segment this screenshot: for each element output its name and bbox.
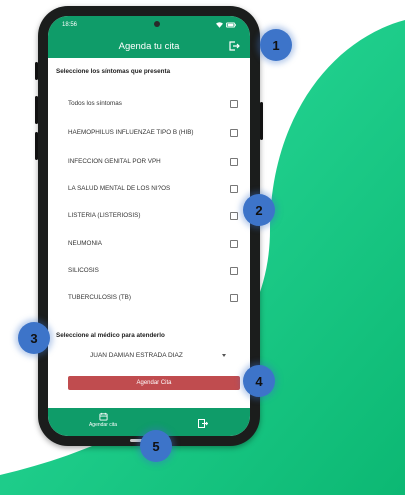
schedule-appointment-button[interactable]: Agendar Cita: [68, 376, 240, 390]
symptom-checkbox[interactable]: [230, 185, 238, 193]
symptom-label: NEUMONIA: [68, 240, 102, 248]
symptom-option[interactable]: SILICOSIS: [56, 259, 244, 283]
exit-icon: [198, 419, 209, 428]
phone-frame: 18:56 Agenda tu cita Seleccione los sínt…: [35, 6, 263, 446]
status-bar: 18:56: [48, 16, 250, 34]
annotation-marker-3: 3: [18, 322, 50, 354]
symptom-checkbox[interactable]: [230, 212, 238, 220]
page-title: Agenda tu cita: [118, 40, 180, 52]
phone-side-button: [260, 102, 263, 140]
symptom-checkbox[interactable]: [230, 240, 238, 248]
nav-label: Agendar cita: [88, 422, 118, 428]
symptom-label: HAEMOPHILUS INFLUENZAE TIPO B (HIB): [68, 129, 194, 137]
chevron-down-icon: [222, 353, 226, 357]
annotation-marker-2: 2: [243, 194, 275, 226]
front-camera: [154, 21, 160, 27]
symptom-option[interactable]: Todos los síntomas: [56, 92, 244, 116]
status-icons: [216, 22, 236, 28]
symptom-option[interactable]: LA SALUD MENTAL DE LOS NI?OS: [56, 177, 244, 201]
annotation-marker-1: 1: [260, 29, 292, 61]
battery-icon: [226, 22, 236, 28]
calendar-icon: [98, 412, 108, 421]
wifi-icon: [216, 22, 223, 28]
doctor-selected-value: JUAN DAMIAN ESTRADA DIAZ: [90, 351, 183, 359]
symptom-label: SILICOSIS: [68, 267, 99, 275]
annotation-marker-4: 4: [243, 365, 275, 397]
logout-icon[interactable]: [228, 40, 240, 52]
symptom-label: LISTERIA (LISTERIOSIS): [68, 212, 141, 220]
symptom-option[interactable]: TUBERCULOSIS (TB): [56, 286, 244, 310]
annotation-marker-5: 5: [140, 430, 172, 462]
phone-side-button: [35, 62, 38, 80]
symptom-checkbox[interactable]: [230, 158, 238, 166]
nav-item-agendar-cita[interactable]: Agendar cita: [78, 412, 128, 428]
doctor-heading: Seleccione al médico para atenderlo: [56, 332, 165, 339]
nav-item-exit[interactable]: [198, 415, 209, 433]
symptom-option[interactable]: LISTERIA (LISTERIOSIS): [56, 204, 244, 228]
symptom-label: Todos los síntomas: [68, 100, 122, 108]
phone-side-button: [35, 132, 38, 160]
symptom-option[interactable]: INFECCION GENITAL POR VPH: [56, 150, 244, 174]
phone-screen: 18:56 Agenda tu cita Seleccione los sínt…: [48, 16, 250, 436]
phone-side-button: [35, 96, 38, 124]
symptom-checkbox[interactable]: [230, 294, 238, 302]
symptom-label: LA SALUD MENTAL DE LOS NI?OS: [68, 185, 171, 193]
app-bar: Agenda tu cita: [48, 34, 250, 58]
symptom-label: INFECCION GENITAL POR VPH: [68, 158, 161, 166]
symptom-option[interactable]: HAEMOPHILUS INFLUENZAE TIPO B (HIB): [56, 121, 244, 145]
doctor-dropdown[interactable]: JUAN DAMIAN ESTRADA DIAZ: [70, 347, 232, 363]
symptom-label: TUBERCULOSIS (TB): [68, 294, 131, 302]
symptom-checkbox[interactable]: [230, 267, 238, 275]
symptoms-heading: Seleccione los síntomas que presenta: [56, 68, 171, 75]
symptom-option[interactable]: NEUMONIA: [56, 232, 244, 256]
symptom-checkbox[interactable]: [230, 129, 238, 137]
status-time: 18:56: [62, 22, 78, 28]
symptom-checkbox[interactable]: [230, 100, 238, 108]
